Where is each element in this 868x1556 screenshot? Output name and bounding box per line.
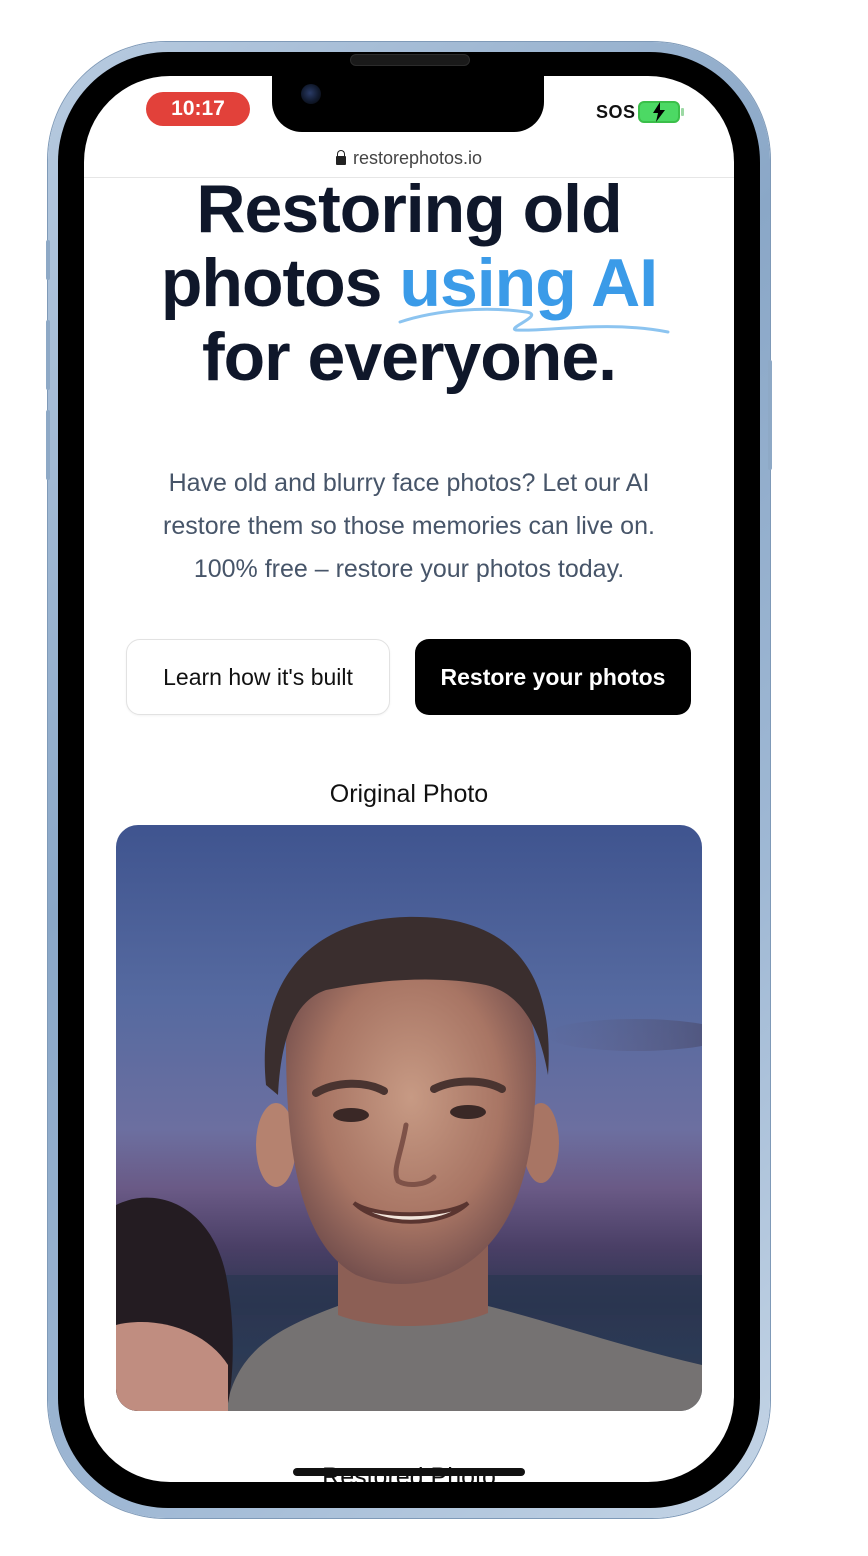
headline-plain-text: photos [160, 245, 400, 321]
face [286, 945, 536, 1284]
power-button [768, 360, 772, 470]
status-time-text: 10:17 [171, 97, 225, 120]
side-button [46, 240, 50, 280]
headline-line-1: Restoring old [196, 171, 622, 247]
page: 10:17 SOS restorephotos.io Restoring old… [0, 0, 868, 1556]
charging-bolt-icon [653, 102, 665, 122]
page-title: Restoring old photos using AI for everyo… [84, 172, 734, 394]
portrait-illustration [116, 916, 702, 1411]
front-camera-icon [301, 84, 321, 104]
right-eye [450, 1105, 486, 1119]
restore-photos-label: Restore your photos [440, 663, 666, 690]
hero-subtitle: Have old and blurry face photos? Let our… [120, 462, 698, 591]
home-indicator[interactable] [293, 1468, 525, 1476]
learn-how-built-label: Learn how it's built [163, 663, 353, 690]
speaker-grille [350, 54, 470, 66]
underline-squiggle-icon [398, 307, 670, 334]
original-photo-label: Original Photo [329, 780, 489, 808]
subtitle-line-1: Have old and blurry face photos? Let our… [168, 469, 650, 497]
learn-how-built-button[interactable]: Learn how it's built [126, 639, 390, 715]
volume-up-button [46, 320, 50, 390]
lock-icon [335, 149, 346, 165]
original-photo [116, 825, 702, 1411]
battery-cap [681, 108, 684, 116]
subtitle-line-2: restore them so those memories can live … [163, 512, 655, 540]
subtitle-line-3: 100% free – restore your photos today. [193, 555, 625, 583]
volume-down-button [46, 410, 50, 480]
left-eye [333, 1108, 369, 1122]
status-time: 10:17 [146, 92, 250, 126]
status-carrier: SOS [596, 102, 636, 122]
cloud [546, 1019, 702, 1051]
restore-photos-button[interactable]: Restore your photos [415, 639, 691, 715]
address-bar-url: restorephotos.io [352, 147, 483, 168]
